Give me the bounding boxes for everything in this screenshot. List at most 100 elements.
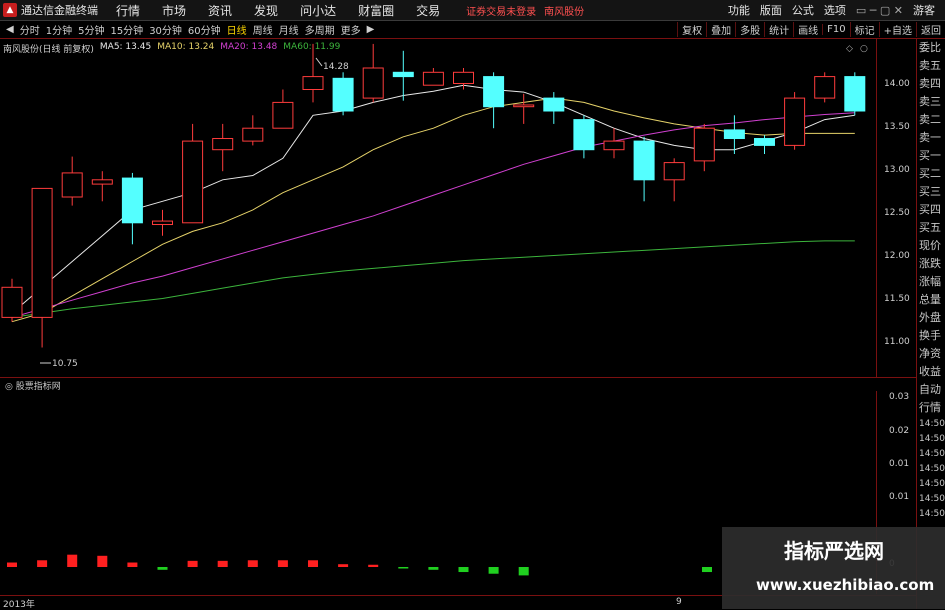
window-controls-icon[interactable]: ▭ ─ ▢ ✕: [856, 4, 903, 17]
menu-trade[interactable]: 交易: [416, 2, 440, 19]
order-panel-label[interactable]: 卖五: [917, 57, 945, 75]
multi-stock-button[interactable]: 多股: [735, 22, 764, 37]
order-panel-label[interactable]: 买二: [917, 165, 945, 183]
order-panel-label[interactable]: 卖二: [917, 111, 945, 129]
ma5-label: MA5: 13.45: [99, 42, 152, 52]
indicator-tick: 0.01: [889, 459, 910, 469]
order-panel-label[interactable]: 换手: [917, 327, 945, 345]
draw-line-button[interactable]: 画线: [793, 22, 822, 37]
period-tab-intraday[interactable]: 分时: [20, 22, 40, 37]
candle-body: [422, 71, 444, 86]
price-axis: 14.00 13.50 13.00 12.50 12.00 11.50 11.0…: [877, 39, 916, 377]
ma-legend: 南风股份(日线 前复权) MA5: 13.45 MA10: 13.24 MA20…: [3, 42, 340, 55]
period-tab-5min[interactable]: 5分钟: [78, 22, 104, 37]
guest-label[interactable]: 游客: [913, 2, 935, 18]
panel-separator: [0, 377, 916, 378]
order-panel-label[interactable]: 总量: [917, 291, 945, 309]
order-panel-label[interactable]: 14:50: [917, 417, 945, 432]
indicator-bar: [7, 562, 17, 567]
restore-rights-button[interactable]: 复权: [677, 22, 706, 37]
menu-quotes[interactable]: 行情: [116, 2, 140, 19]
menu-wealth-circle[interactable]: 财富圈: [358, 2, 394, 19]
statistics-button[interactable]: 统计: [764, 22, 793, 37]
order-panel-label[interactable]: 卖四: [917, 75, 945, 93]
order-panel-label[interactable]: 买四: [917, 201, 945, 219]
order-panel-label[interactable]: 现价: [917, 237, 945, 255]
candle-body: [392, 71, 414, 78]
order-panel-label[interactable]: 涨幅: [917, 273, 945, 291]
candle-body: [723, 129, 745, 140]
trade-login-notice[interactable]: 证券交易未登录: [466, 3, 536, 18]
period-tab-1min[interactable]: 1分钟: [46, 22, 72, 37]
candle-body: [121, 177, 143, 224]
candle-body: [152, 220, 173, 226]
menu-ask[interactable]: 问小达: [300, 2, 336, 19]
back-button[interactable]: 返回: [916, 22, 945, 37]
order-panel-label[interactable]: 卖三: [917, 93, 945, 111]
menu-options[interactable]: 选项: [824, 2, 846, 18]
indicator-bar: [702, 567, 712, 573]
candle-body: [633, 140, 655, 181]
mark-button[interactable]: 标记: [849, 22, 879, 37]
order-panel-label[interactable]: 卖一: [917, 129, 945, 147]
indicator-bar: [187, 560, 198, 567]
order-panel-label[interactable]: 14:50: [917, 462, 945, 477]
low-annotation: 10.75: [52, 359, 78, 369]
diamond-marker-icon: ◇: [846, 44, 853, 54]
order-panel-label[interactable]: 14:50: [917, 447, 945, 462]
period-tab-60min[interactable]: 60分钟: [188, 22, 221, 37]
menu-formula[interactable]: 公式: [792, 2, 814, 18]
candle-body: [603, 140, 625, 151]
order-panel-label[interactable]: 行情: [917, 399, 945, 417]
order-panel-label[interactable]: 14:50: [917, 432, 945, 447]
candle-body: [272, 101, 294, 129]
title-bar: ▲ 通达信金融终端 行情 市场 资讯 发现 问小达 财富圈 交易 证券交易未登录…: [0, 0, 945, 21]
indicator-bar: [67, 554, 78, 567]
left-arrow-icon[interactable]: ◀: [6, 24, 14, 35]
order-panel-label[interactable]: 净资: [917, 345, 945, 363]
indicator-tick: 0.02: [889, 426, 910, 436]
menu-function[interactable]: 功能: [728, 2, 750, 18]
period-tab-weekly[interactable]: 周线: [253, 22, 273, 37]
more-arrow-icon[interactable]: ▶: [367, 24, 375, 35]
price-tick: 13.00: [884, 165, 910, 175]
period-tab-multi[interactable]: 多周期: [305, 22, 335, 37]
order-panel-label[interactable]: 收益: [917, 363, 945, 381]
order-book-panel: 委比 卖五 卖四 卖三 卖二 卖一 买一 买二 买三 买四 买五 现价 涨跌 涨幅 总量 外盘 换手 净资 收益 自动…: [916, 39, 945, 609]
period-tab-more[interactable]: 更多: [341, 22, 361, 37]
order-panel-label[interactable]: 14:50: [917, 477, 945, 492]
period-tab-daily[interactable]: 日线: [227, 22, 247, 37]
menu-discover[interactable]: 发现: [254, 2, 278, 19]
order-panel-label[interactable]: 买五: [917, 219, 945, 237]
order-panel-label[interactable]: 买一: [917, 147, 945, 165]
candle-body: [362, 67, 384, 99]
period-tab-monthly[interactable]: 月线: [279, 22, 299, 37]
price-tick: 14.00: [884, 79, 910, 89]
order-panel-label[interactable]: 自动: [917, 381, 945, 399]
indicator-bar: [247, 560, 258, 567]
menu-market[interactable]: 市场: [162, 2, 186, 19]
app-name: 通达信金融终端: [21, 4, 98, 17]
order-panel-label[interactable]: 14:50: [917, 492, 945, 507]
order-panel-label[interactable]: 涨跌: [917, 255, 945, 273]
candle-body: [513, 104, 535, 108]
period-tab-30min[interactable]: 30分钟: [149, 22, 182, 37]
candle-body: [31, 187, 53, 318]
close-chart-icon[interactable]: ○: [860, 44, 868, 54]
add-watchlist-button[interactable]: +自选: [878, 22, 916, 37]
order-panel-label[interactable]: 委比: [917, 39, 945, 57]
order-panel-label[interactable]: 14:50: [917, 507, 945, 522]
order-panel-label[interactable]: 外盘: [917, 309, 945, 327]
date-label-month: 9: [676, 597, 682, 607]
order-panel-label[interactable]: 买三: [917, 183, 945, 201]
menu-layout[interactable]: 版面: [760, 2, 782, 18]
f10-button[interactable]: F10: [822, 24, 849, 35]
candle-body: [663, 162, 685, 181]
candlestick-chart[interactable]: 14.28 10.75 ◇ ○: [0, 39, 877, 377]
menu-news[interactable]: 资讯: [208, 2, 232, 19]
overlay-button[interactable]: 叠加: [706, 22, 735, 37]
indicator-bar: [368, 564, 379, 567]
title-right-menu: 功能 版面 公式 选项 ▭ ─ ▢ ✕ 游客: [728, 0, 945, 20]
indicator-bar: [488, 567, 499, 574]
period-tab-15min[interactable]: 15分钟: [110, 22, 143, 37]
